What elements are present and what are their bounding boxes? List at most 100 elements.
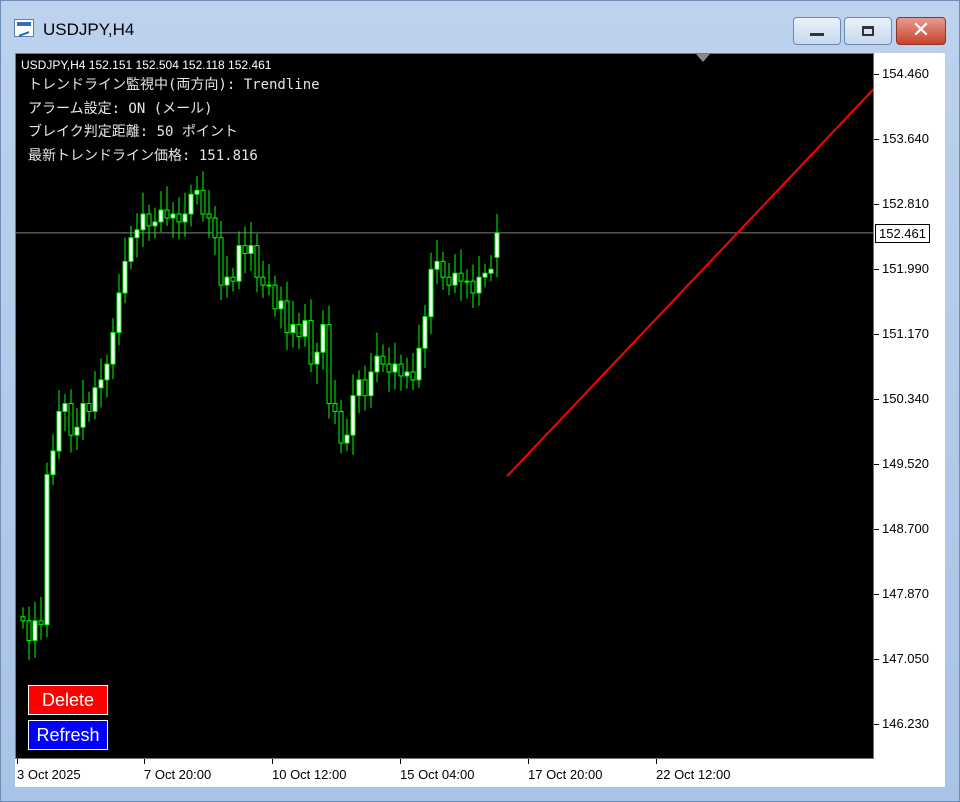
info-line-latest-price: 最新トレンドライン価格: 151.816 [28,148,258,164]
delete-button[interactable]: Delete [28,685,108,715]
price-label: 152.810 [882,196,929,211]
price-label: 151.990 [882,261,929,276]
time-label: 7 Oct 20:00 [144,767,212,782]
candle-body [422,316,428,349]
candle-body [146,213,152,227]
close-icon: ✕ [911,18,931,43]
candle-body [314,351,320,365]
candle-body [152,221,158,227]
candle-body [488,268,494,274]
candle-body [458,272,464,282]
candle-body [200,189,206,215]
chart-client-area: USDJPY,H4 152.151 152.504 152.118 152.46… [15,53,945,787]
candle-body [452,272,458,286]
candle-body [62,403,68,412]
candle-body [176,213,182,223]
candle-body [104,363,110,381]
minimize-icon [810,32,824,36]
chart-header: USDJPY,H4 152.151 152.504 152.118 152.46… [21,58,272,72]
price-label: 147.870 [882,586,929,601]
time-label: 22 Oct 12:00 [656,767,731,782]
candle-body [434,260,440,270]
candle-body [20,616,26,622]
candle-body [164,209,170,219]
candle-body [320,324,326,353]
candle-body [218,237,224,286]
maximize-button[interactable] [844,17,892,45]
candle-body [32,620,38,641]
time-label: 10 Oct 12:00 [272,767,347,782]
title-bar[interactable]: USDJPY,H4 ✕ [1,1,959,49]
trendline [506,88,873,477]
candle-body [308,320,314,365]
candle-body [182,213,188,223]
chart-shift-marker[interactable] [696,54,710,62]
candle-body [188,193,194,215]
close-button[interactable]: ✕ [896,17,946,45]
candle-body [494,232,500,258]
maximize-icon [862,26,874,36]
candle-body [50,450,56,476]
candle-body [410,371,416,381]
price-label: 149.520 [882,456,929,471]
candle-body [110,331,116,365]
time-label: 17 Oct 20:00 [528,767,603,782]
price-label: 146.230 [882,716,929,731]
candle-body [386,363,392,373]
candle-body [254,245,260,278]
candle-body [140,213,146,231]
info-line-monitoring: トレンドライン監視中(両方向): Trendline [28,77,320,93]
candle-body [212,217,218,239]
candle-body [116,292,122,333]
candle-body [80,403,86,428]
candle-body [350,395,356,436]
candle-body [374,355,380,373]
chart-plot-area[interactable]: USDJPY,H4 152.151 152.504 152.118 152.46… [15,53,874,759]
candle-body [224,276,230,286]
refresh-button[interactable]: Refresh [28,720,108,750]
candle-body [230,276,236,282]
candle-body [440,260,446,278]
chart-app-icon [14,19,34,37]
candle-body [482,272,488,278]
candle-body [344,434,350,444]
candle-body [170,213,176,219]
price-label: 147.050 [882,651,929,666]
candle-body [326,324,332,405]
candle-body [38,620,44,626]
minimize-button[interactable] [793,17,841,45]
candle-body [476,276,482,294]
time-label: 3 Oct 2025 [17,767,81,782]
candle-body [74,426,80,436]
candle-body [272,284,278,310]
chart-window: USDJPY,H4 ✕ USDJPY,H4 152.151 152.504 15… [0,0,960,802]
candle-body [236,245,242,282]
price-label: 150.340 [882,391,929,406]
time-label: 15 Oct 04:00 [400,767,475,782]
price-label: 151.170 [882,326,929,341]
info-line-break-distance: ブレイク判定距離: 50 ポイント [28,124,238,140]
candle-body [128,237,134,262]
candle-body [242,245,248,254]
candle-body [470,280,476,294]
candle-body [428,268,434,318]
price-label: 148.700 [882,521,929,536]
candle-body [464,280,470,283]
candle-body [392,363,398,373]
candle-body [380,355,386,365]
price-label: 153.640 [882,131,929,146]
candle-body [278,300,284,310]
candle-body [356,379,362,397]
window-title: USDJPY,H4 [43,20,135,39]
candle-body [86,403,92,412]
candle-body [290,324,296,333]
candle-body [206,213,212,219]
candle-body [266,284,272,287]
candle-body [338,410,344,444]
candle-body [134,229,140,239]
time-axis: 3 Oct 2025 7 Oct 20:00 10 Oct 12:00 15 O… [15,759,945,787]
candle-body [98,379,104,389]
info-line-alarm: アラーム設定: ON (メール) [28,101,213,117]
price-axis: 154.460 153.640 152.810 152.461 151.990 … [874,53,945,759]
candle-body [362,379,368,397]
